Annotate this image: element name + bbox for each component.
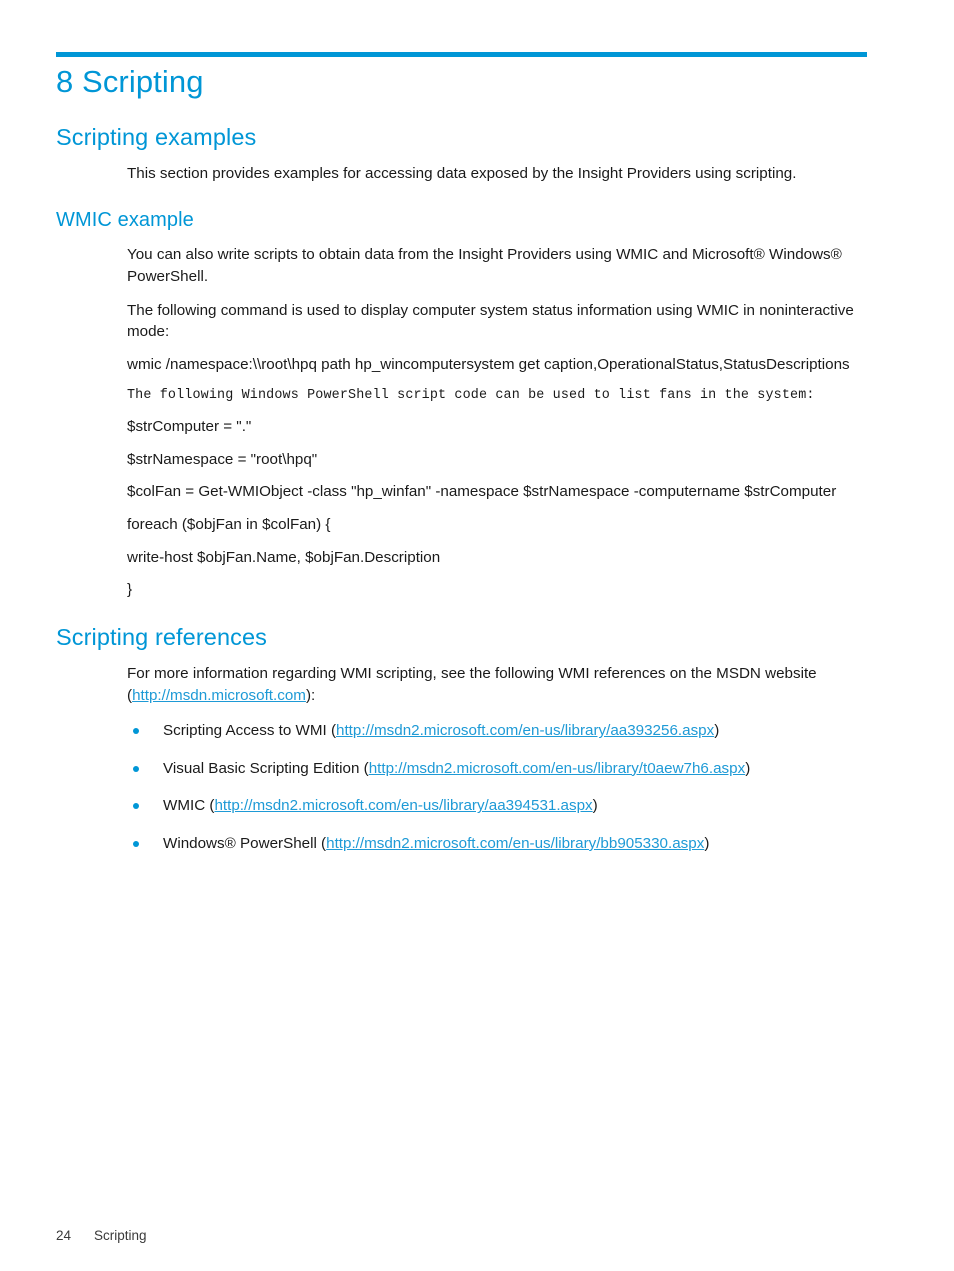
reference-link[interactable]: http://msdn2.microsoft.com/en-us/library…	[336, 722, 714, 739]
reference-label: Scripting Access to WMI (	[163, 722, 337, 740]
wmic-command: wmic /namespace:\\root\hpq path hp_winco…	[127, 355, 850, 373]
scripting-examples-intro: This section provides examples for acces…	[127, 164, 797, 182]
reference-link[interactable]: http://msdn2.microsoft.com/en-us/library…	[214, 797, 592, 814]
footer-page-number: 24	[56, 1228, 72, 1243]
bullet-dot-icon	[133, 840, 139, 847]
list-item: Windows® PowerShell (http://msdn2.micros…	[127, 833, 868, 855]
reference-label: Visual Basic Scripting Edition (	[163, 759, 369, 777]
reference-list: Scripting Access to WMI (http://msdn2.mi…	[127, 720, 868, 854]
script-line-1: $strComputer = "."	[127, 418, 252, 436]
scripting-references-intro: For more information regarding WMI scrip…	[127, 663, 868, 706]
script-line-5: write-host $objFan.Name, $objFan.Descrip…	[127, 548, 441, 566]
reference-suffix: )	[745, 759, 751, 777]
reference-label: WMIC (	[163, 797, 215, 815]
section-heading-wmic-example: WMIC example	[56, 209, 194, 232]
page-content: 8 Scripting Scripting examples This sect…	[56, 64, 868, 854]
footer-chapter-label: Scripting	[94, 1228, 147, 1243]
chapter-rule-divider	[56, 52, 867, 57]
reference-suffix: )	[704, 834, 710, 852]
wmic-paragraph-1: You can also write scripts to obtain dat…	[127, 246, 842, 285]
list-item: WMIC (http://msdn2.microsoft.com/en-us/l…	[127, 795, 868, 817]
list-item: Visual Basic Scripting Edition (http://m…	[127, 758, 868, 780]
section-heading-scripting-examples: Scripting examples	[56, 123, 257, 150]
intro-text-after-link: ):	[305, 686, 316, 704]
script-line-6: }	[127, 581, 133, 599]
section-heading-scripting-references: Scripting references	[56, 623, 267, 650]
bullet-dot-icon	[133, 765, 139, 772]
scripting-references-body: For more information regarding WMI scrip…	[127, 663, 868, 854]
scripting-examples-body: This section provides examples for acces…	[127, 163, 868, 185]
bullet-dot-icon	[133, 728, 139, 735]
powershell-note: The following Windows PowerShell script …	[127, 388, 815, 404]
script-line-3: $colFan = Get-WMIObject -class "hp_winfa…	[127, 483, 837, 501]
script-line-4: foreach ($objFan in $colFan) {	[127, 516, 331, 533]
wmic-paragraph-2: The following command is used to display…	[127, 301, 854, 341]
script-line-2: $strNamespace = "root\hpq"	[127, 450, 318, 468]
document-page: 8 Scripting Scripting examples This sect…	[0, 0, 954, 1271]
reference-suffix: )	[592, 797, 598, 815]
page-footer: 24 Scripting	[56, 1228, 147, 1243]
reference-link[interactable]: http://msdn2.microsoft.com/en-us/library…	[369, 760, 745, 777]
reference-suffix: )	[714, 722, 720, 740]
msdn-home-link[interactable]: http://msdn.microsoft.com	[132, 687, 306, 704]
wmic-example-body: You can also write scripts to obtain dat…	[127, 244, 868, 600]
chapter-title: 8 Scripting	[56, 64, 204, 99]
bullet-dot-icon	[133, 803, 139, 810]
list-item: Scripting Access to WMI (http://msdn2.mi…	[127, 720, 868, 742]
reference-link[interactable]: http://msdn2.microsoft.com/en-us/library…	[326, 835, 704, 852]
reference-label: Windows® PowerShell (	[163, 834, 327, 852]
